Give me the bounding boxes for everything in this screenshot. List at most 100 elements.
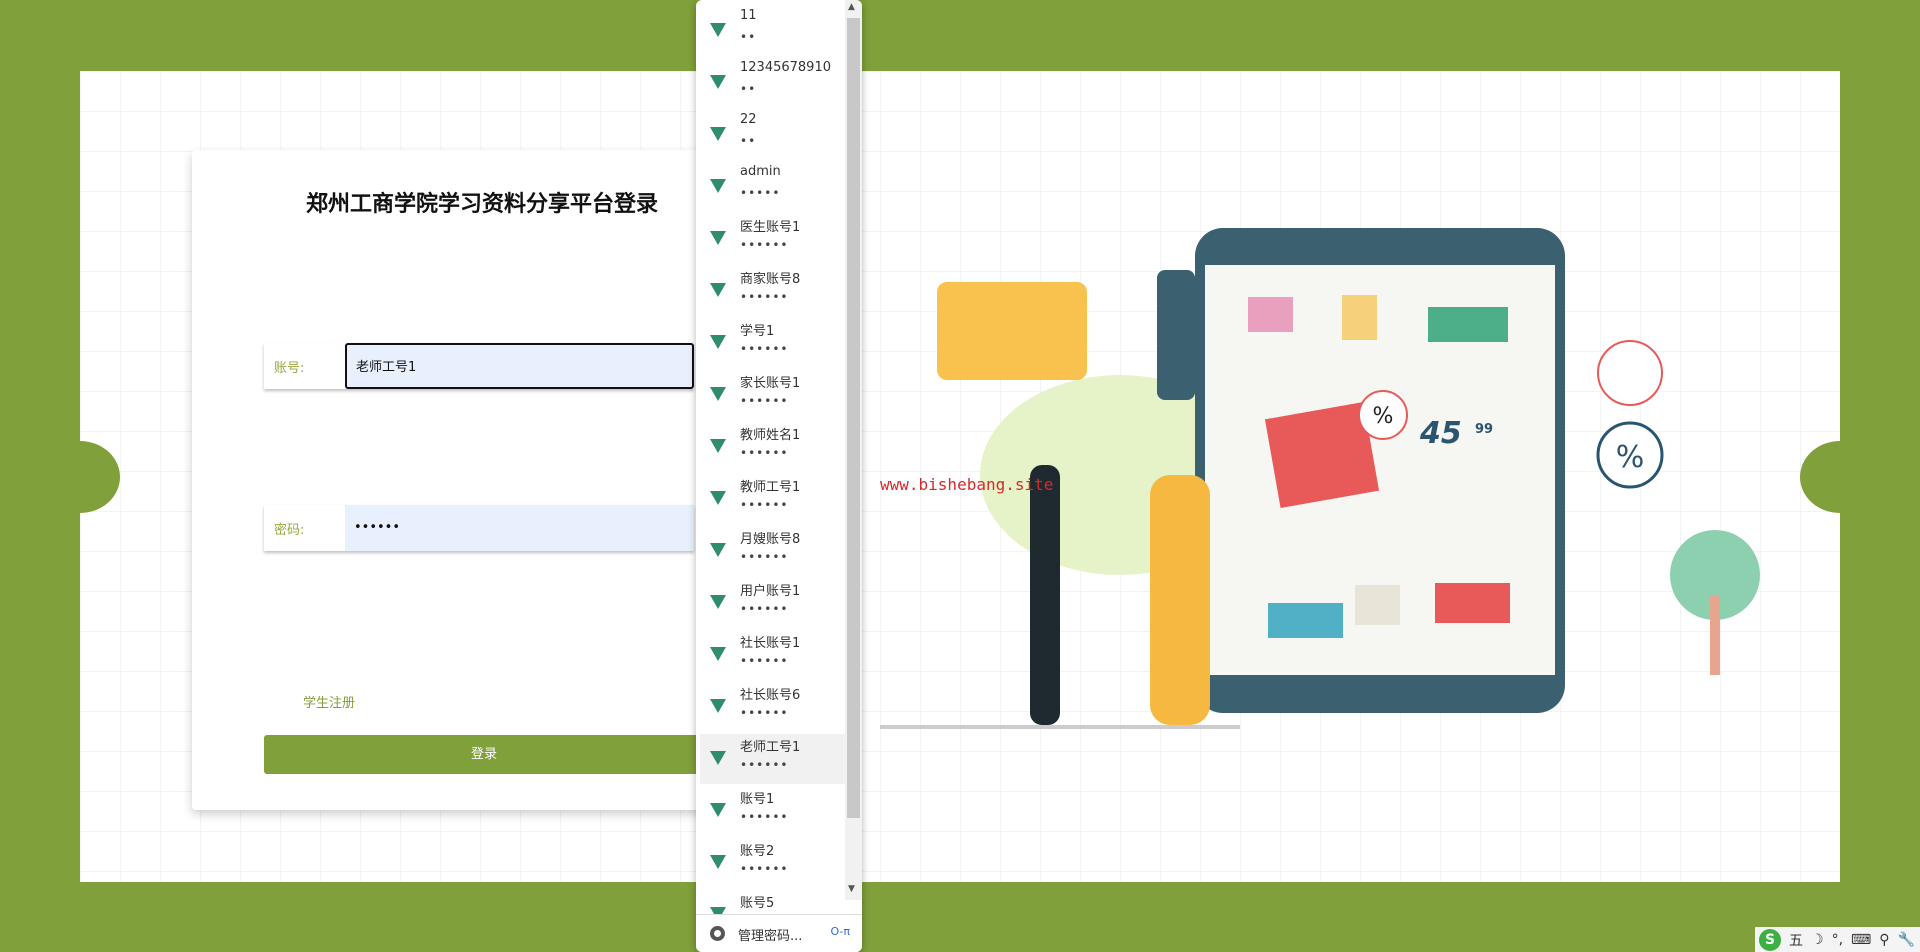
product-box: [1248, 297, 1293, 332]
vue-logo-icon: [710, 803, 726, 817]
autofill-username: 12345678910: [740, 60, 831, 75]
autofill-username: 账号2: [740, 844, 775, 859]
vue-logo-icon: [710, 439, 726, 453]
vue-logo-icon: [710, 231, 726, 245]
user-icon[interactable]: ⚲: [1879, 932, 1889, 948]
autofill-username: 11: [740, 8, 757, 23]
heart-badge: [1597, 340, 1663, 406]
autofill-item[interactable]: admin •••••: [700, 162, 850, 212]
autofill-username: 账号5: [740, 896, 775, 911]
man-figure: [1150, 475, 1210, 725]
autofill-password: ••••••: [740, 706, 789, 720]
autofill-item[interactable]: 账号2 ••••••: [700, 838, 850, 888]
product-box: [1342, 295, 1377, 340]
manage-passwords[interactable]: 管理密码... O-π: [696, 914, 862, 952]
vue-logo-icon: [710, 751, 726, 765]
autofill-item[interactable]: 商家账号8 ••••••: [700, 266, 850, 316]
tree-trunk: [1710, 595, 1720, 675]
wrench-icon[interactable]: 🔧: [1898, 932, 1915, 948]
dropdown-scrollbar[interactable]: ▲ ▼: [845, 0, 862, 900]
account-row: 账号: 老师工号1: [264, 343, 694, 389]
register-link[interactable]: 学生注册: [303, 692, 355, 711]
autofill-password: ••••••: [740, 862, 789, 876]
autofill-password: ••••••: [740, 290, 789, 304]
autofill-item[interactable]: 社长账号6 ••••••: [700, 682, 850, 732]
autofill-item[interactable]: 用户账号1 ••••••: [700, 578, 850, 628]
autofill-username: 教师工号1: [740, 480, 801, 495]
password-input[interactable]: ••••••: [345, 505, 694, 551]
product-box: [1355, 585, 1400, 625]
autofill-password: ••: [740, 82, 757, 96]
password-label: 密码:: [274, 523, 305, 538]
autofill-username: 教师姓名1: [740, 428, 801, 443]
autofill-item[interactable]: 社长账号1 ••••••: [700, 630, 850, 680]
vue-logo-icon: [710, 491, 726, 505]
autofill-password: •••••: [740, 186, 781, 200]
ime-mode[interactable]: 五: [1789, 930, 1803, 950]
vue-logo-icon: [710, 699, 726, 713]
vue-logo-icon: [710, 335, 726, 349]
scrollbar-thumb[interactable]: [847, 18, 860, 818]
autofill-item[interactable]: 账号1 ••••••: [700, 786, 850, 836]
autofill-password: ••••••: [740, 394, 789, 408]
tablet-side: [1157, 270, 1195, 400]
autofill-password: ••••••: [740, 446, 789, 460]
autofill-item[interactable]: 学号1 ••••••: [700, 318, 850, 368]
credit-card-icon: [937, 282, 1087, 380]
vue-logo-icon: [710, 75, 726, 89]
autofill-password: ••••••: [740, 810, 789, 824]
autofill-item[interactable]: 家长账号1 ••••••: [700, 370, 850, 420]
scroll-up-icon[interactable]: ▲: [848, 2, 855, 12]
autofill-item[interactable]: 月嫂账号8 ••••••: [700, 526, 850, 576]
autofill-item[interactable]: 教师工号1 ••••••: [700, 474, 850, 524]
moon-icon[interactable]: ☽: [1811, 932, 1824, 948]
account-label: 账号:: [274, 361, 305, 376]
price-cents: 99: [1475, 422, 1493, 437]
watermark: www.bishebang.site: [880, 475, 1054, 494]
autofill-username: 老师工号1: [740, 740, 801, 755]
vue-logo-icon: [710, 855, 726, 869]
autofill-username: 社长账号1: [740, 636, 801, 651]
autofill-item[interactable]: 老师工号1 ••••••: [700, 734, 850, 784]
sogou-logo-icon: S: [1759, 928, 1781, 951]
autofill-username: 学号1: [740, 324, 775, 339]
autofill-item[interactable]: 医生账号1 ••••••: [700, 214, 850, 264]
autofill-password: ••••••: [740, 238, 789, 252]
manage-passwords-label: 管理密码...: [738, 929, 803, 944]
autofill-password: ••••••: [740, 602, 789, 616]
woman-figure: [1030, 465, 1060, 725]
punctuation-icon[interactable]: °,: [1832, 932, 1843, 948]
price-text: 45: [1419, 416, 1462, 451]
autofill-item[interactable]: 12345678910 ••: [700, 58, 850, 108]
password-row: 密码: ••••••: [264, 505, 694, 551]
autofill-password: ••: [740, 30, 757, 44]
vue-logo-icon: [710, 595, 726, 609]
autofill-password: ••••••: [740, 550, 789, 564]
autofill-item[interactable]: 22 ••: [700, 110, 850, 160]
ground-line: [880, 725, 1240, 729]
scroll-down-icon[interactable]: ▼: [848, 884, 855, 894]
ime-toolbar[interactable]: S 五 ☽ °, ⌨ ⚲ 🔧: [1755, 927, 1920, 952]
percent-circle-text: %: [1616, 440, 1645, 475]
keyboard-icon[interactable]: ⌨: [1851, 932, 1871, 948]
vue-logo-icon: [710, 23, 726, 37]
autofill-password: ••••••: [740, 654, 789, 668]
login-button[interactable]: 登录: [264, 735, 704, 774]
left-notch: [40, 441, 120, 513]
autofill-username: 月嫂账号8: [740, 532, 801, 547]
autofill-password: ••••••: [740, 498, 789, 512]
vue-logo-icon: [710, 179, 726, 193]
autofill-password: ••••••: [740, 758, 789, 772]
autofill-username: 用户账号1: [740, 584, 801, 599]
key-icon: O-π: [830, 925, 850, 938]
product-box: [1268, 603, 1343, 638]
autofill-item[interactable]: 11 ••: [700, 6, 850, 56]
product-box: [1428, 307, 1508, 342]
vue-logo-icon: [710, 283, 726, 297]
vue-logo-icon: [710, 647, 726, 661]
account-input[interactable]: 老师工号1: [345, 343, 694, 389]
percent-text: %: [1373, 404, 1394, 429]
autofill-item[interactable]: 教师姓名1 ••••••: [700, 422, 850, 472]
autofill-username: admin: [740, 164, 781, 179]
vue-logo-icon: [710, 387, 726, 401]
